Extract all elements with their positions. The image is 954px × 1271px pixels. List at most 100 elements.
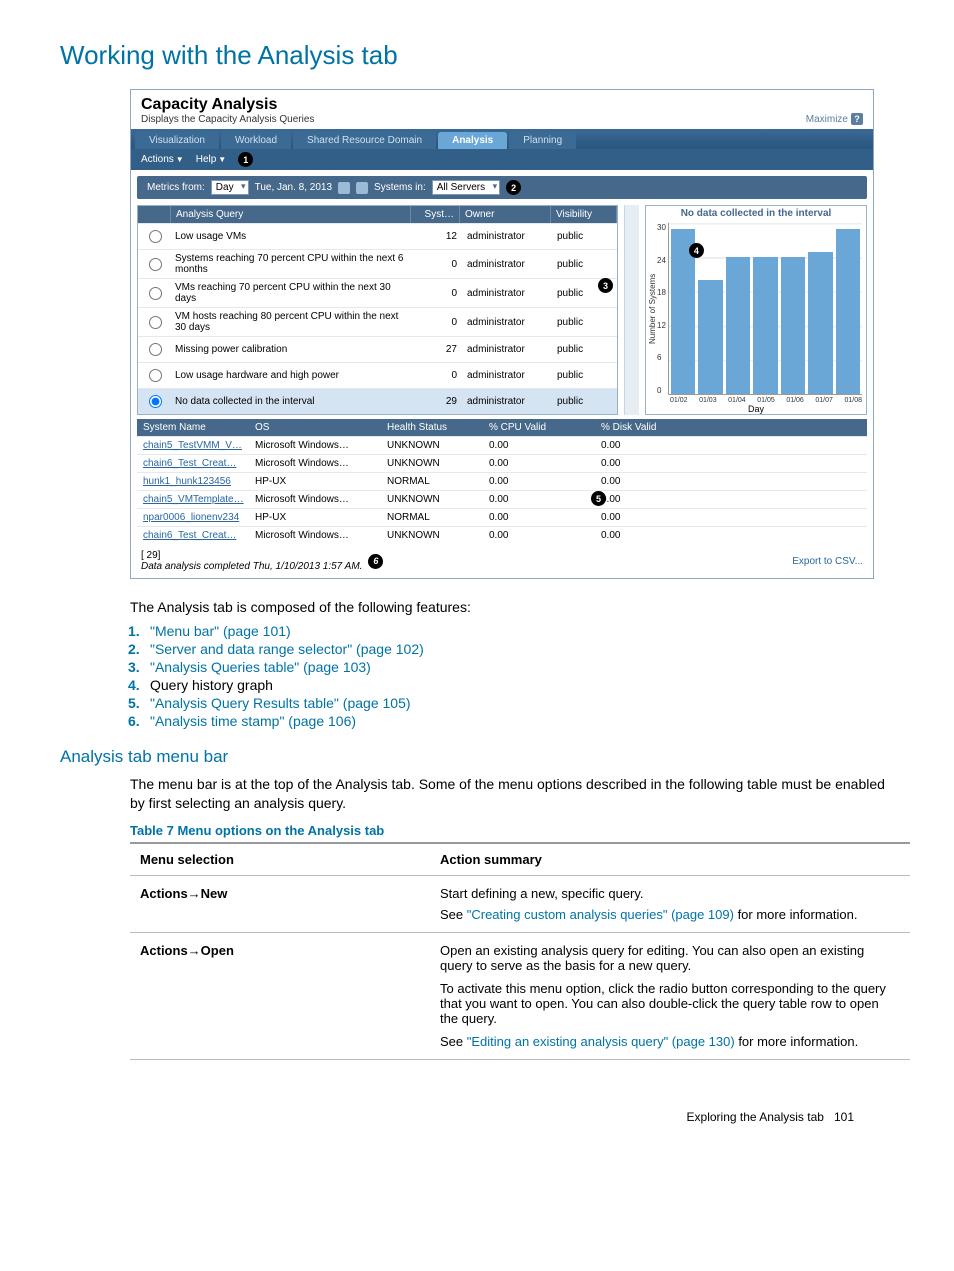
query-row[interactable]: VM hosts reaching 80 percent CPU within …	[138, 307, 617, 336]
col-systems[interactable]: Syst…	[411, 206, 460, 223]
result-row[interactable]: chain5_VMTemplate…Microsoft Windows…UNKN…	[137, 490, 867, 508]
feature-link[interactable]: "Analysis Queries table" (page 103)	[150, 659, 371, 675]
query-owner: administrator	[462, 256, 552, 273]
query-visibility: public	[552, 228, 617, 245]
result-row[interactable]: hunk1_hunk123456HP-UXNORMAL0.000.00	[137, 472, 867, 490]
feature-item: Query history graph	[154, 677, 894, 693]
query-row[interactable]: Missing power calibration27administrator…	[138, 336, 617, 362]
chart-bar	[753, 257, 777, 394]
chart-bar	[808, 252, 832, 395]
system-name-link[interactable]: hunk1_hunk123456	[137, 473, 249, 490]
system-name-link[interactable]: chain5_TestVMM_V…	[137, 437, 249, 454]
system-name-link[interactable]: chain5_VMTemplate…	[137, 491, 249, 508]
query-radio[interactable]	[149, 316, 162, 329]
result-row[interactable]: chain6_Test_Creat…Microsoft Windows…UNKN…	[137, 454, 867, 472]
system-name-link[interactable]: npar0006_lionenv234	[137, 509, 249, 526]
chart-title: No data collected in the interval	[646, 206, 866, 221]
xtick: 01/06	[786, 397, 804, 404]
col-health-status[interactable]: Health Status	[381, 419, 483, 436]
os-cell: HP-UX	[249, 473, 381, 490]
range-select[interactable]: Day	[211, 180, 249, 195]
result-row[interactable]: chain5_TestVMM_V…Microsoft Windows…UNKNO…	[137, 436, 867, 454]
query-row[interactable]: Systems reaching 70 percent CPU within t…	[138, 249, 617, 278]
query-visibility: public	[552, 314, 617, 331]
health-cell: UNKNOWN	[381, 527, 483, 544]
feature-link[interactable]: "Server and data range selector" (page 1…	[150, 641, 424, 657]
query-syst: 0	[414, 367, 462, 384]
col-disk-valid[interactable]: % Disk Valid	[595, 419, 867, 436]
xtick: 01/02	[670, 397, 688, 404]
chart-bar	[781, 257, 805, 394]
capacity-analysis-screenshot: Capacity Analysis Displays the Capacity …	[130, 89, 874, 579]
tab-strip: Visualization Workload Shared Resource D…	[131, 129, 873, 149]
actions-menu[interactable]: Actions▼	[141, 154, 184, 165]
calendar-icon[interactable]	[338, 182, 350, 194]
col-visibility[interactable]: Visibility	[551, 206, 617, 223]
xtick: 01/03	[699, 397, 717, 404]
link-editing-query[interactable]: "Editing an existing analysis query" (pa…	[467, 1034, 735, 1049]
col-cpu-valid[interactable]: % CPU Valid	[483, 419, 595, 436]
system-name-link[interactable]: chain6_Test_Creat…	[137, 527, 249, 544]
query-radio[interactable]	[149, 369, 162, 382]
query-row[interactable]: Low usage VMs12administratorpublic	[138, 223, 617, 249]
panel-subtitle: Displays the Capacity Analysis Queries	[141, 114, 314, 125]
health-cell: NORMAL	[381, 473, 483, 490]
page-title: Working with the Analysis tab	[60, 40, 894, 71]
query-syst: 0	[414, 314, 462, 331]
date-display: Tue, Jan. 8, 2013	[255, 182, 332, 193]
chart-bar	[726, 257, 750, 394]
tab-analysis[interactable]: Analysis	[438, 132, 507, 149]
query-radio[interactable]	[149, 230, 162, 243]
xtick: 01/07	[815, 397, 833, 404]
refresh-icon[interactable]	[356, 182, 368, 194]
tab-workload[interactable]: Workload	[221, 132, 291, 149]
col-os[interactable]: OS	[249, 419, 381, 436]
help-icon[interactable]: ?	[851, 113, 863, 125]
result-row[interactable]: chain6_Test_Creat…Microsoft Windows…UNKN…	[137, 526, 867, 544]
col-analysis-query[interactable]: Analysis Query	[171, 206, 411, 223]
query-syst: 27	[414, 341, 462, 358]
chart-ylabel: Number of Systems	[648, 223, 657, 395]
query-name: Low usage hardware and high power	[170, 367, 414, 384]
query-radio[interactable]	[149, 258, 162, 271]
maximize-link[interactable]: Maximize ?	[806, 113, 863, 125]
see-suffix: for more information.	[734, 907, 858, 922]
query-name: VMs reaching 70 percent CPU within the n…	[170, 279, 414, 307]
health-cell: NORMAL	[381, 509, 483, 526]
export-csv-link[interactable]: Export to CSV...	[792, 556, 863, 567]
scrollbar[interactable]	[624, 205, 639, 415]
results-header: System Name OS Health Status % CPU Valid…	[137, 419, 867, 436]
metrics-bar: Metrics from: Day Tue, Jan. 8, 2013 Syst…	[137, 176, 867, 199]
xtick: 01/08	[844, 397, 862, 404]
query-owner: administrator	[462, 285, 552, 302]
tab-visualization[interactable]: Visualization	[135, 132, 219, 149]
ytick: 30	[657, 223, 666, 232]
maximize-label: Maximize	[806, 114, 848, 125]
tab-planning[interactable]: Planning	[509, 132, 576, 149]
query-row[interactable]: No data collected in the interval29admin…	[138, 388, 617, 414]
see-prefix-2: See	[440, 1034, 467, 1049]
feature-link[interactable]: "Analysis time stamp" (page 106)	[150, 713, 356, 729]
col-owner[interactable]: Owner	[460, 206, 551, 223]
metrics-from-label: Metrics from:	[147, 182, 205, 193]
result-row[interactable]: npar0006_lionenv234HP-UXNORMAL0.000.00	[137, 508, 867, 526]
section-heading: Analysis tab menu bar	[60, 747, 894, 767]
actions-label: Actions	[141, 154, 174, 165]
query-row[interactable]: VMs reaching 70 percent CPU within the n…	[138, 278, 617, 307]
col-system-name[interactable]: System Name	[137, 419, 249, 436]
feature-link[interactable]: "Analysis Query Results table" (page 105…	[150, 695, 411, 711]
cpu-cell: 0.00	[483, 527, 595, 544]
query-radio[interactable]	[149, 395, 162, 408]
query-radio[interactable]	[149, 287, 162, 300]
th-menu-selection: Menu selection	[130, 843, 430, 876]
tab-shared-resource[interactable]: Shared Resource Domain	[293, 132, 436, 149]
help-menu[interactable]: Help▼	[196, 154, 227, 165]
query-syst: 12	[414, 228, 462, 245]
query-syst: 0	[414, 256, 462, 273]
system-name-link[interactable]: chain6_Test_Creat…	[137, 455, 249, 472]
systems-select[interactable]: All Servers	[432, 180, 500, 195]
query-radio[interactable]	[149, 343, 162, 356]
query-row[interactable]: Low usage hardware and high power0admini…	[138, 362, 617, 388]
link-creating-queries[interactable]: "Creating custom analysis queries" (page…	[467, 907, 734, 922]
feature-link[interactable]: "Menu bar" (page 101)	[150, 623, 291, 639]
